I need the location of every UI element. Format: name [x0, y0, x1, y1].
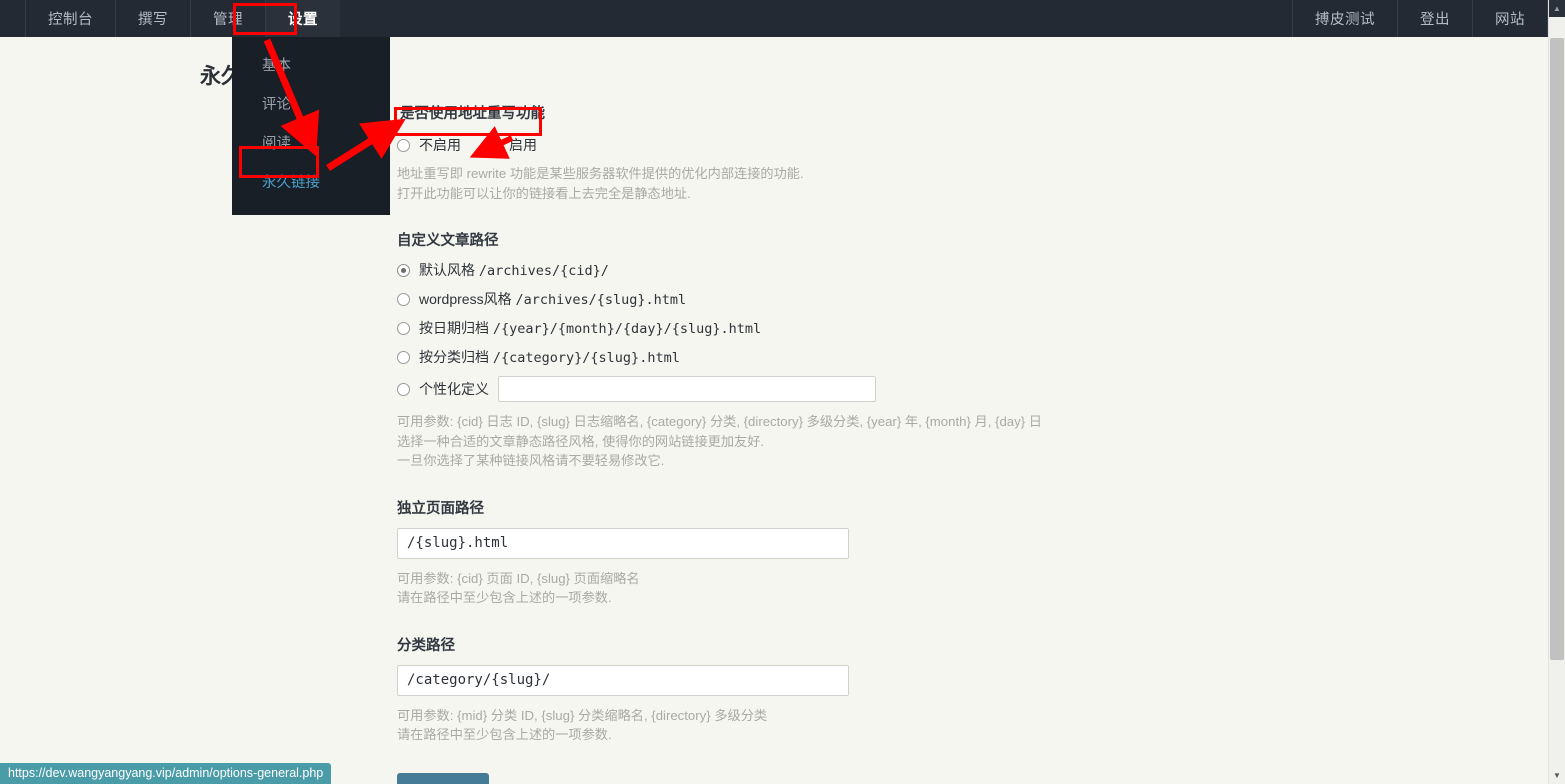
post-path-custom-input[interactable]	[498, 376, 876, 402]
nav-item-settings[interactable]: 设置	[265, 0, 340, 37]
post-path-option-by-date[interactable]: 按日期归档 /{year}/{month}/{day}/{slug}.html	[397, 318, 1157, 338]
category-path-help: 可用参数: {mid} 分类 ID, {slug} 分类缩略名, {direct…	[397, 706, 1157, 745]
scrollbar-up-arrow-icon[interactable]: ▲	[1549, 0, 1565, 17]
vertical-scrollbar[interactable]: ▲ ▼	[1548, 0, 1565, 784]
post-path-option-default-label: 默认风格 /archives/{cid}/	[419, 262, 609, 279]
scrollbar-down-arrow-icon[interactable]: ▼	[1549, 767, 1565, 784]
post-path-group: 自定义文章路径 默认风格 /archives/{cid}/ wordpress风…	[397, 229, 1157, 471]
nav-item-dashboard[interactable]: 控制台	[25, 0, 115, 37]
page-path-help: 可用参数: {cid} 页面 ID, {slug} 页面缩略名 请在路径中至少包…	[397, 569, 1157, 608]
rewrite-heading: 是否使用地址重写功能	[400, 106, 545, 122]
category-path-help-line2: 请在路径中至少包含上述的一项参数.	[397, 727, 612, 742]
page-path-help-line2: 请在路径中至少包含上述的一项参数.	[397, 590, 612, 605]
post-path-help: 可用参数: {cid} 日志 ID, {slug} 日志缩略名, {catego…	[397, 412, 1157, 471]
category-path-group: 分类路径 可用参数: {mid} 分类 ID, {slug} 分类缩略名, {d…	[397, 634, 1157, 745]
settings-dropdown-menu: 基本 评论 阅读 永久链接	[232, 37, 390, 215]
post-path-heading: 自定义文章路径	[397, 233, 499, 249]
rewrite-option-disable-label: 不启用	[419, 137, 461, 153]
radio-icon-post-path-custom[interactable]	[397, 382, 410, 396]
rewrite-option-enable-label: 启用	[509, 137, 537, 153]
radio-icon-post-path-wordpress[interactable]	[397, 292, 410, 306]
top-navbar: 控制台 撰写 管理 设置 搏皮测试 登出 网站	[0, 0, 1548, 37]
post-path-option-custom-label: 个性化定义	[419, 381, 489, 397]
category-path-input[interactable]	[397, 664, 849, 696]
post-path-option-by-category-label: 按分类归档 /{category}/{slug}.html	[419, 349, 680, 366]
page-path-group: 独立页面路径 可用参数: {cid} 页面 ID, {slug} 页面缩略名 请…	[397, 497, 1157, 608]
radio-icon-rewrite-disable[interactable]	[397, 138, 410, 152]
post-path-help-line3: 一旦你选择了某种链接风格请不要轻易修改它.	[397, 453, 665, 468]
page-path-heading: 独立页面路径	[397, 500, 484, 517]
dropdown-item-comments[interactable]: 评论	[232, 84, 390, 123]
nav-item-logout[interactable]: 登出	[1397, 0, 1472, 37]
nav-item-manage[interactable]: 管理	[190, 0, 265, 37]
permalink-settings-form: 是否使用地址重写功能 不启用 启用 地址重写即 rewrite 功能是某些服务器…	[397, 100, 1157, 784]
post-path-option-default[interactable]: 默认风格 /archives/{cid}/	[397, 260, 1157, 280]
save-settings-button[interactable]: 保存设置	[397, 772, 489, 784]
post-path-option-by-category[interactable]: 按分类归档 /{category}/{slug}.html	[397, 347, 1157, 367]
rewrite-option-enable[interactable]: 启用	[487, 135, 537, 155]
navbar-left-group: 控制台 撰写 管理 设置	[25, 0, 340, 37]
category-path-heading: 分类路径	[397, 637, 455, 654]
rewrite-help: 地址重写即 rewrite 功能是某些服务器软件提供的优化内部连接的功能. 打开…	[397, 164, 1157, 203]
scrollbar-thumb[interactable]	[1550, 38, 1564, 660]
radio-icon-rewrite-enable[interactable]	[487, 138, 500, 152]
rewrite-option-disable[interactable]: 不启用	[397, 135, 461, 155]
post-path-help-line2: 选择一种合适的文章静态路径风格, 使得你的网站链接更加友好.	[397, 433, 765, 449]
radio-icon-post-path-default[interactable]	[397, 263, 410, 277]
post-path-option-by-date-label: 按日期归档 /{year}/{month}/{day}/{slug}.html	[419, 320, 762, 337]
post-path-help-line1: 可用参数: {cid} 日志 ID, {slug} 日志缩略名, {catego…	[397, 414, 1042, 429]
radio-icon-post-path-by-date[interactable]	[397, 321, 410, 335]
browser-viewport: 控制台 撰写 管理 设置 搏皮测试 登出 网站 永久链接 基本 评论 阅读 永久…	[0, 0, 1565, 784]
dropdown-item-permalink[interactable]: 永久链接	[232, 162, 390, 201]
status-bar-url: https://dev.wangyangyang.vip/admin/optio…	[0, 763, 332, 784]
page-path-input[interactable]	[397, 527, 849, 559]
dropdown-item-reading[interactable]: 阅读	[232, 123, 390, 162]
radio-icon-post-path-by-category[interactable]	[397, 350, 410, 364]
dropdown-item-basic[interactable]: 基本	[232, 45, 390, 84]
rewrite-radio-group: 不启用 启用	[397, 135, 1157, 155]
post-path-option-wordpress-label: wordpress风格 /archives/{slug}.html	[419, 291, 687, 308]
nav-item-user[interactable]: 搏皮测试	[1292, 0, 1397, 37]
category-path-help-line1: 可用参数: {mid} 分类 ID, {slug} 分类缩略名, {direct…	[397, 707, 768, 723]
rewrite-help-line2: 打开此功能可以让你的链接看上去完全是静态地址.	[397, 185, 691, 201]
rewrite-help-line1: 地址重写即 rewrite 功能是某些服务器软件提供的优化内部连接的功能.	[397, 166, 804, 181]
post-path-option-wordpress[interactable]: wordpress风格 /archives/{slug}.html	[397, 289, 1157, 309]
navbar-right-group: 搏皮测试 登出 网站	[1292, 0, 1548, 37]
nav-item-write[interactable]: 撰写	[115, 0, 190, 37]
post-path-option-custom[interactable]: 个性化定义	[397, 376, 1157, 402]
nav-item-site[interactable]: 网站	[1472, 0, 1548, 37]
page-path-help-line1: 可用参数: {cid} 页面 ID, {slug} 页面缩略名	[397, 570, 640, 586]
